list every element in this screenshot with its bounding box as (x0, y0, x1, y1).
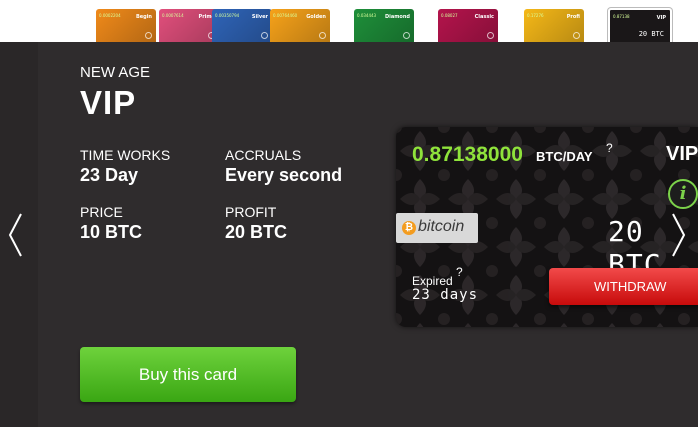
thumb-card-vip[interactable]: 0.87138 VIP 20 BTC (608, 8, 672, 46)
vip-card: 0.87138000 BTC/DAY ? VIP i ₿ bitcoin 20 … (396, 127, 698, 327)
thumb-value: 0.87138 (613, 14, 630, 19)
accruals-label: ACCRUALS (225, 147, 302, 163)
thumb-value: 0.0002204 (99, 13, 121, 18)
thumb-name: Classic (474, 14, 494, 20)
info-icon (403, 32, 410, 39)
thumb-value: 0.08027 (441, 13, 458, 18)
thumb-name: Golden (306, 14, 326, 20)
rate-help-icon[interactable]: ? (606, 141, 613, 155)
price-value: 10 BTC (80, 222, 143, 242)
info-icon (487, 32, 494, 39)
thumb-name: Diamond (384, 14, 410, 20)
card-name: VIP (666, 143, 698, 165)
thumb-card-prime[interactable]: 0.0007614 Prime (159, 9, 219, 42)
info-icon (145, 32, 152, 39)
thumb-value: 0.00350794 (215, 13, 240, 18)
thumb-value: 0.0007614 (162, 13, 184, 18)
info-icon (261, 32, 268, 39)
card-carousel-strip: 0.0002204 Begin 0.0007614 Prime 0.00350794… (0, 0, 698, 46)
buy-card-button[interactable]: Buy this card (80, 347, 296, 402)
price-label: PRICE (80, 204, 123, 220)
time-works-label: TIME WORKS (80, 147, 171, 163)
thumb-name: Profi (566, 14, 580, 20)
bitcoin-logo-text: bitcoin (418, 218, 465, 235)
thumb-card-classic[interactable]: 0.08027 Classic (438, 9, 498, 42)
thumb-value: 0.17276 (527, 13, 544, 18)
thumb-amount: 20 BTC (638, 30, 664, 38)
thumb-value: 0.00764460 (273, 13, 298, 18)
bitcoin-icon: ₿ (402, 221, 416, 235)
thumb-card-begin[interactable]: 0.0002204 Begin (96, 9, 156, 42)
withdraw-button[interactable]: WITHDRAW (549, 268, 698, 305)
expired-value: 23 days (412, 287, 479, 303)
expired-label: Expired (412, 274, 453, 288)
card-subtitle: NEW AGE (80, 64, 151, 81)
thumb-card-silver[interactable]: 0.00350794 Silver (212, 9, 272, 42)
info-icon (319, 32, 326, 39)
card-rate-unit: BTC/DAY (536, 149, 593, 164)
thumb-name: VIP (656, 15, 666, 21)
profit-label: PROFIT (225, 204, 277, 220)
thumb-name: Silver (251, 14, 268, 20)
card-rate: 0.87138000 (412, 143, 523, 166)
thumb-card-diamond[interactable]: 0.034443 Diamond (354, 9, 414, 42)
thumb-card-profi[interactable]: 0.17276 Profi (524, 9, 584, 42)
info-icon[interactable]: i (668, 179, 698, 209)
bitcoin-logo: ₿ bitcoin (396, 213, 478, 243)
time-works-value: 23 Day (80, 165, 139, 185)
thumb-name: Begin (135, 14, 152, 20)
card-title: VIP (80, 84, 137, 121)
thumb-card-golden[interactable]: 0.00764460 Golden (270, 9, 330, 42)
thumb-value: 0.034443 (357, 13, 377, 18)
accruals-value: Every second (225, 165, 343, 185)
chevron-right-icon[interactable] (668, 210, 688, 260)
chevron-left-icon[interactable] (6, 210, 26, 260)
profit-value: 20 BTC (225, 222, 288, 242)
info-icon (573, 32, 580, 39)
expired-help-icon[interactable]: ? (456, 265, 463, 279)
